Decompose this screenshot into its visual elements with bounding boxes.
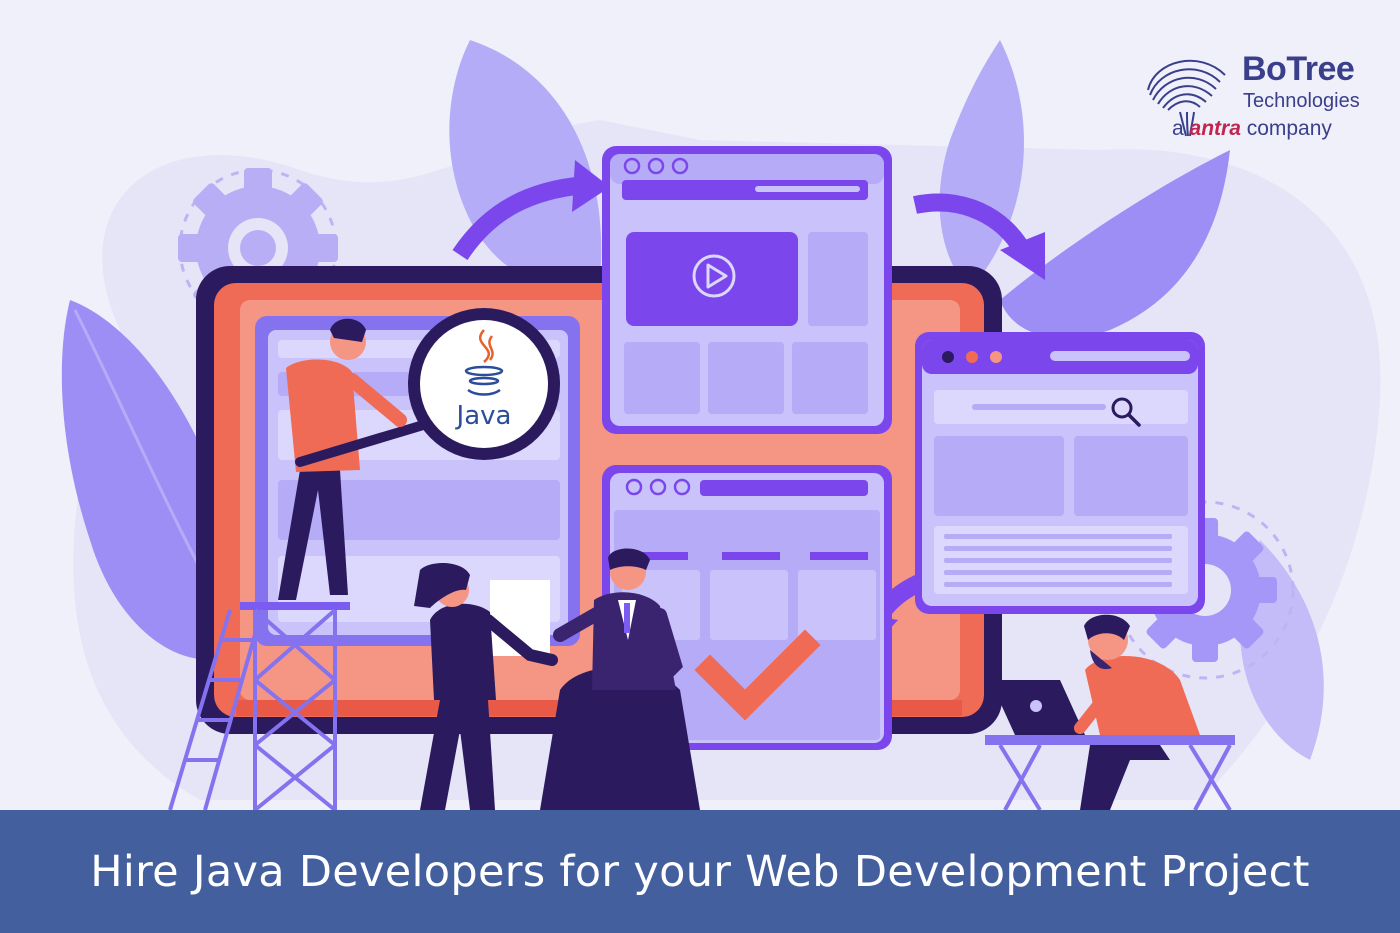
- logo-tagline-prefix: a: [1172, 117, 1190, 140]
- illustration-scene: Java BoTree Technologies a antra company…: [0, 0, 1400, 933]
- logo-tagline-brand: antra: [1189, 117, 1241, 140]
- banner-title: Hire Java Developers for your Web Develo…: [90, 846, 1310, 897]
- title-banner: Hire Java Developers for your Web Develo…: [0, 810, 1400, 933]
- botree-logo: BoTree Technologies a antra company: [1140, 48, 1380, 148]
- logo-tagline: a antra company: [1172, 117, 1332, 141]
- logo-name: BoTree: [1242, 50, 1355, 88]
- java-label: Java: [455, 401, 512, 431]
- window-video: [602, 146, 892, 434]
- logo-tagline-suffix: company: [1240, 117, 1332, 140]
- logo-subtitle: Technologies: [1243, 90, 1360, 112]
- window-search: [915, 332, 1205, 614]
